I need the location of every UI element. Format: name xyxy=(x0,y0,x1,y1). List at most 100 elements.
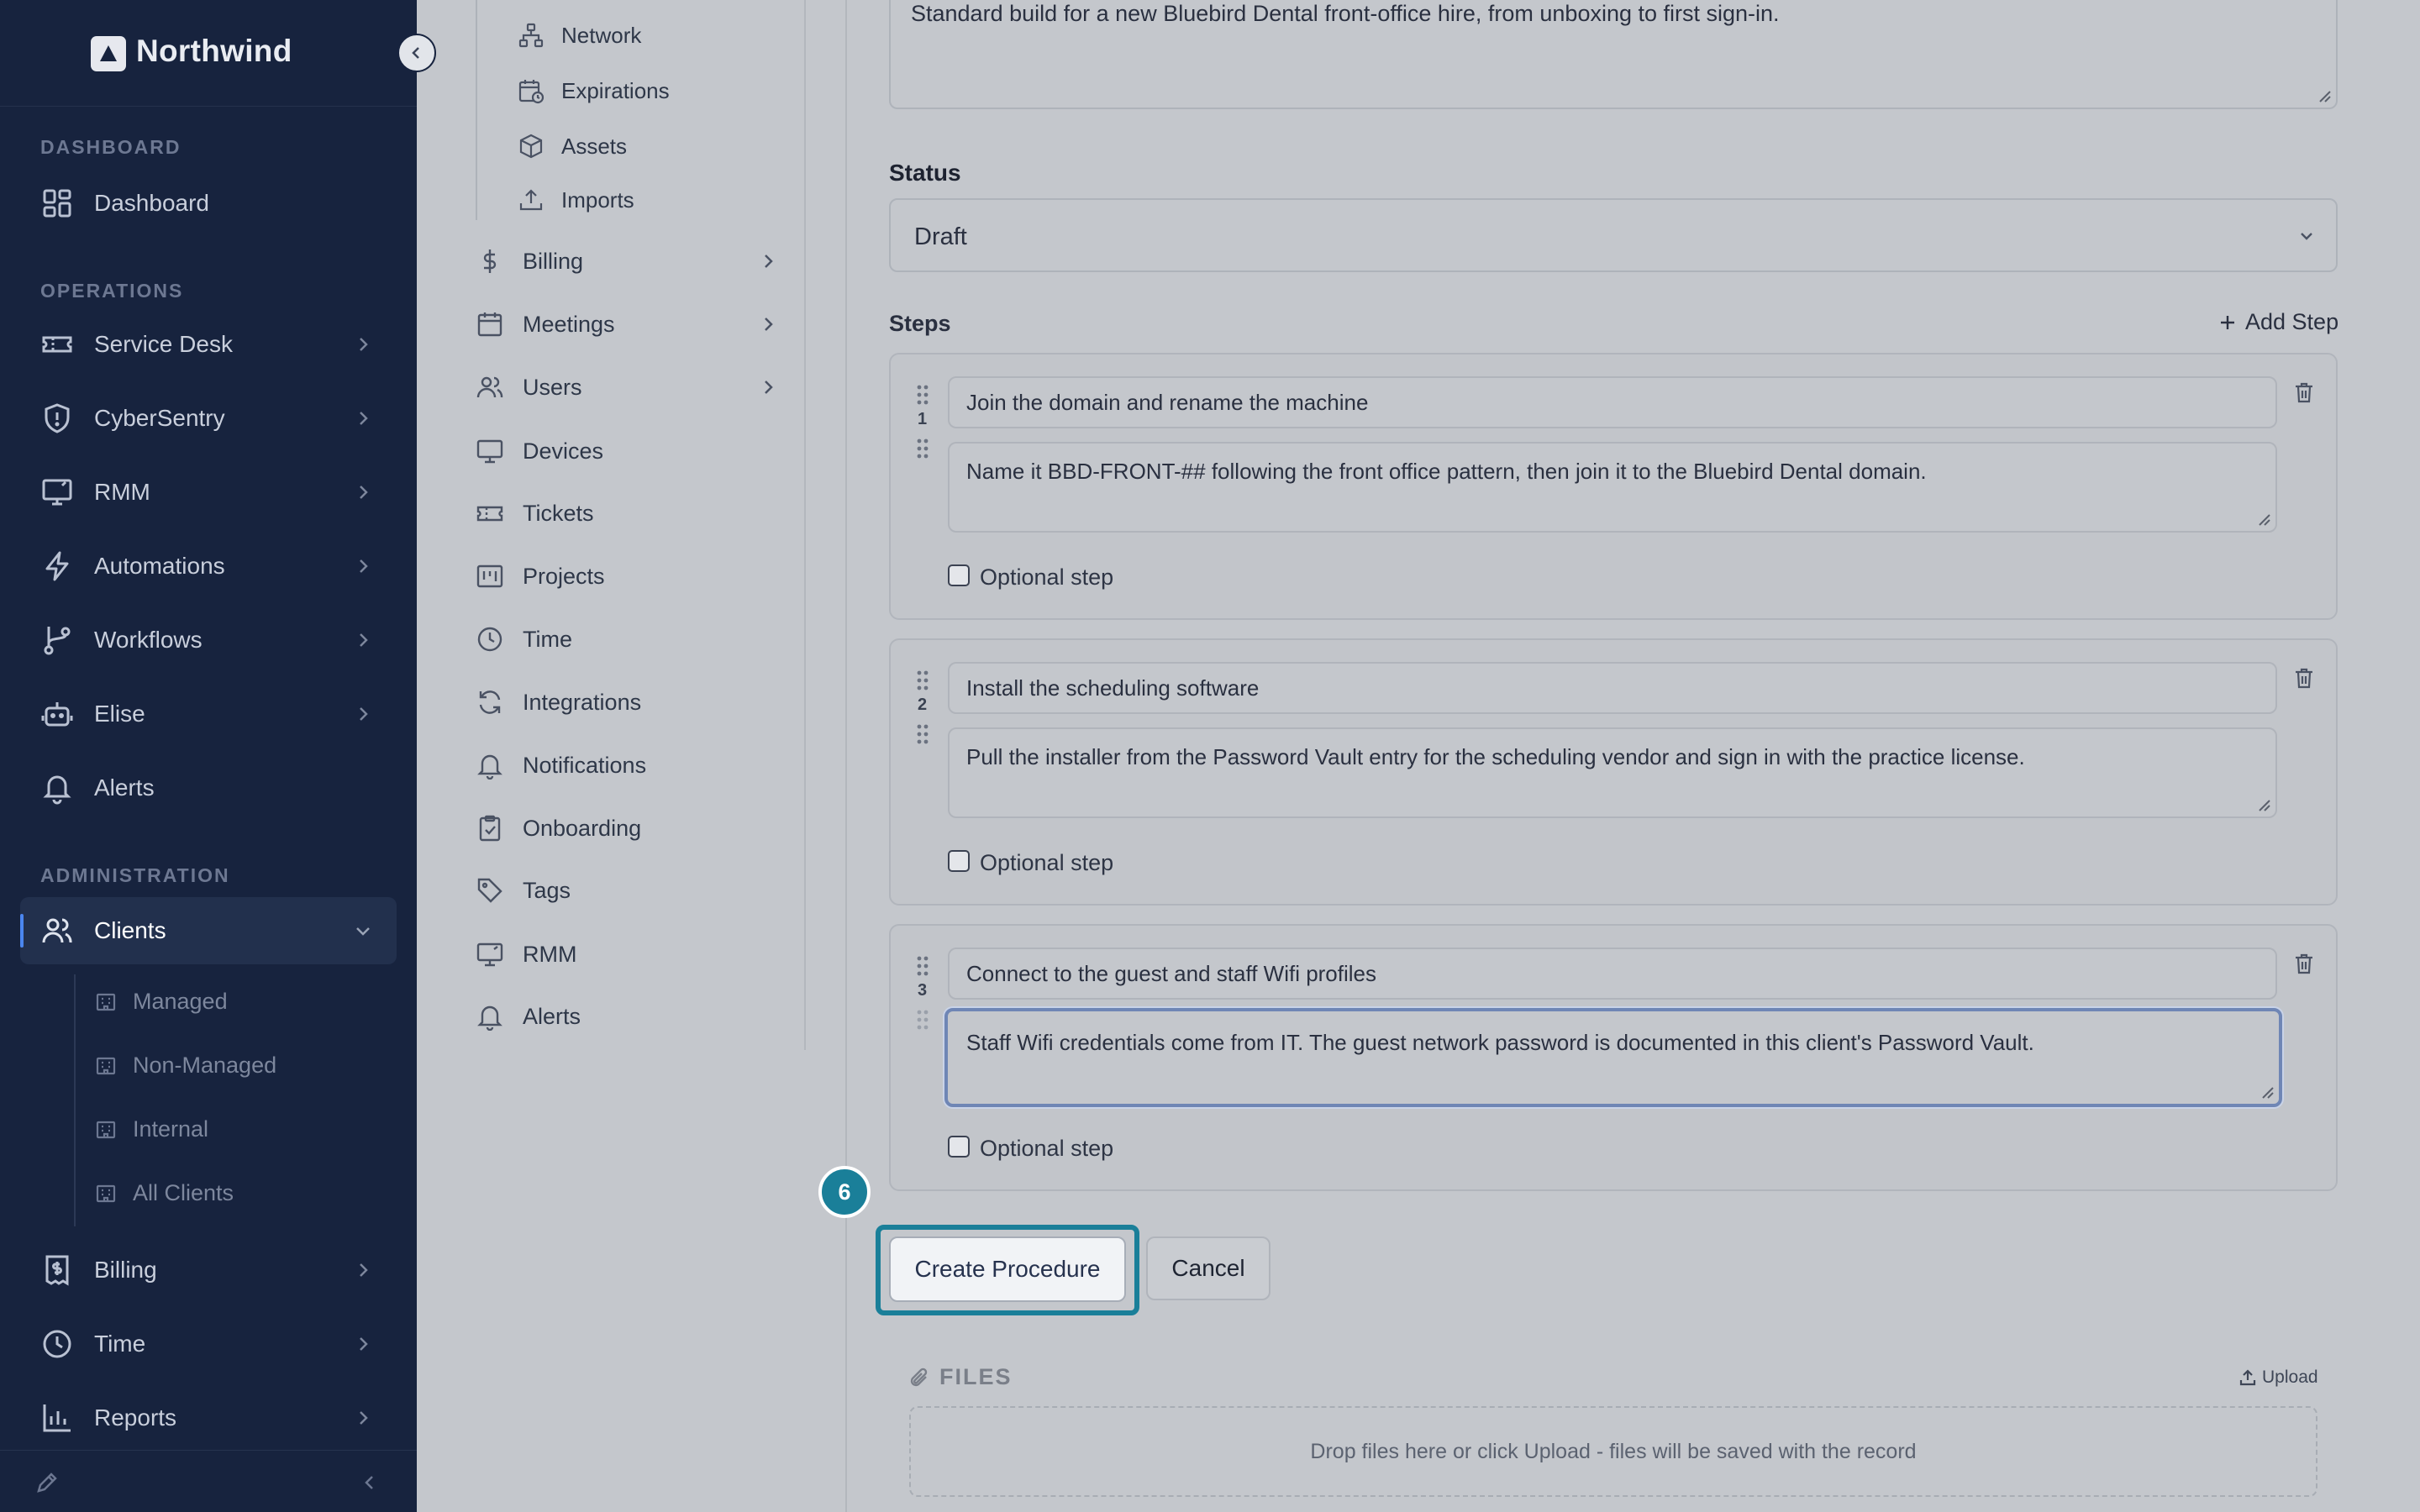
pencil-icon[interactable] xyxy=(34,1469,60,1496)
submenu-item-label: Tags xyxy=(523,877,571,903)
submenu-item-label: Devices xyxy=(523,438,604,464)
drag-handle-icon[interactable] xyxy=(914,669,931,692)
submenu-item-projects[interactable]: Projects xyxy=(476,551,778,601)
submenu-item-devices[interactable]: Devices xyxy=(476,426,778,476)
optional-step-checkbox[interactable] xyxy=(948,564,970,586)
sidebar-subitem-internal[interactable]: Internal xyxy=(94,1105,208,1152)
submenu-item-label: Meetings xyxy=(523,311,615,337)
create-procedure-button[interactable]: Create Procedure xyxy=(889,1236,1126,1302)
sidebar-subitem-non-managed[interactable]: Non-Managed xyxy=(94,1042,276,1089)
step-description-textarea[interactable] xyxy=(948,442,2277,533)
optional-step-checkbox[interactable] xyxy=(948,850,970,872)
submenu-item-tickets[interactable]: Tickets xyxy=(476,488,778,538)
files-title: FILES xyxy=(939,1364,1013,1389)
drag-handle-icon[interactable] xyxy=(914,954,931,978)
brand[interactable]: Northwind xyxy=(0,0,417,107)
submenu-item-onboarding[interactable]: Onboarding xyxy=(476,803,778,853)
sidebar-item-service-desk[interactable]: Service Desk xyxy=(20,311,397,378)
submenu-item-billing[interactable]: Billing xyxy=(476,236,778,286)
sidebar-item-elise[interactable]: Elise xyxy=(20,680,397,748)
sidebar-subitem-all-clients[interactable]: All Clients xyxy=(94,1169,234,1216)
drag-handle-icon[interactable] xyxy=(914,437,931,460)
submenu-item-rmm[interactable]: RMM xyxy=(476,929,778,979)
trash-icon[interactable] xyxy=(2291,380,2317,405)
bar-chart-icon xyxy=(40,1401,74,1435)
collapse-sidebar-button[interactable] xyxy=(397,34,436,72)
resize-handle-icon[interactable] xyxy=(2259,1084,2274,1099)
drag-handle-icon[interactable] xyxy=(914,383,931,407)
drag-handle-icon[interactable] xyxy=(914,722,931,746)
sidebar-subitem-managed[interactable]: Managed xyxy=(94,978,228,1025)
description-value: Standard build for a new Bluebird Dental… xyxy=(911,1,1780,26)
upload-button[interactable]: Upload xyxy=(2238,1368,2318,1388)
upload-icon xyxy=(2238,1368,2257,1387)
sidebar-item-label: Reports xyxy=(94,1404,177,1431)
sidebar-item-rmm[interactable]: RMM xyxy=(20,459,397,526)
submenu-item-label: Onboarding xyxy=(523,815,642,841)
chevron-left-icon[interactable] xyxy=(360,1473,380,1493)
submenu-item-alerts[interactable]: Alerts xyxy=(476,991,778,1042)
step-description-textarea[interactable] xyxy=(948,727,2277,818)
sidebar-item-alerts[interactable]: Alerts xyxy=(20,754,397,822)
plus-icon xyxy=(2218,313,2237,332)
submenu-item-label: Tickets xyxy=(523,500,594,526)
sidebar-item-time[interactable]: Time xyxy=(20,1310,397,1378)
step-title-value: Join the domain and rename the machine xyxy=(966,390,1369,415)
trash-icon[interactable] xyxy=(2291,665,2317,690)
logo-icon xyxy=(91,36,126,71)
submenu-item-assets[interactable]: Assets xyxy=(518,123,627,170)
step-description-textarea[interactable] xyxy=(944,1008,2282,1107)
drag-handle-icon[interactable] xyxy=(914,1008,931,1032)
submenu-item-notifications[interactable]: Notifications xyxy=(476,740,778,790)
step-number: 1 xyxy=(918,410,928,428)
add-step-button[interactable]: Add Step xyxy=(2218,309,2338,335)
sidebar-item-label: Clients xyxy=(94,917,166,943)
chevron-right-icon xyxy=(758,251,778,271)
submenu-item-label: Network xyxy=(561,22,642,48)
resize-handle-icon[interactable] xyxy=(2255,796,2270,811)
dashboard-icon xyxy=(40,186,74,220)
calendar-clock-icon xyxy=(518,77,544,104)
chevron-right-icon xyxy=(353,1408,373,1428)
building-icon xyxy=(94,1053,118,1077)
sidebar-item-reports[interactable]: Reports xyxy=(20,1384,397,1452)
step-number: 2 xyxy=(918,696,928,714)
submenu-item-integrations[interactable]: Integrations xyxy=(476,677,778,727)
section-dashboard: DASHBOARD xyxy=(40,136,182,158)
submenu-item-time[interactable]: Time xyxy=(476,614,778,664)
submenu-item-label: RMM xyxy=(523,941,577,967)
dollar-icon xyxy=(476,247,504,276)
resize-handle-icon[interactable] xyxy=(2316,87,2331,102)
sidebar-item-automations[interactable]: Automations xyxy=(20,533,397,600)
submenu-item-tags[interactable]: Tags xyxy=(476,865,778,916)
chevron-right-icon xyxy=(353,408,373,428)
sidebar-item-workflows[interactable]: Workflows xyxy=(20,606,397,674)
status-value: Draft xyxy=(914,223,967,250)
sidebar-item-cybersentry[interactable]: CyberSentry xyxy=(20,385,397,452)
status-select[interactable]: Draft xyxy=(889,198,2338,272)
submenu-divider xyxy=(804,0,806,1050)
sidebar-item-label: RMM xyxy=(94,479,150,505)
bell-icon xyxy=(476,751,504,780)
chevron-right-icon xyxy=(353,1260,373,1280)
sidebar-item-billing[interactable]: Billing xyxy=(20,1236,397,1304)
resize-handle-icon[interactable] xyxy=(2255,511,2270,526)
optional-step-checkbox[interactable] xyxy=(948,1136,970,1158)
submenu-item-users[interactable]: Users xyxy=(476,362,778,412)
submenu-item-meetings[interactable]: Meetings xyxy=(476,299,778,349)
monitor-icon xyxy=(476,437,504,465)
paperclip-icon xyxy=(909,1366,931,1391)
cancel-button[interactable]: Cancel xyxy=(1146,1236,1270,1300)
submenu-item-expirations[interactable]: Expirations xyxy=(518,67,670,114)
building-icon xyxy=(94,1117,118,1141)
submenu-item-network[interactable]: Network xyxy=(518,12,641,59)
sidebar: Northwind DASHBOARD Dashboard OPERATIONS… xyxy=(0,0,417,1512)
sidebar-item-dashboard[interactable]: Dashboard xyxy=(20,170,397,237)
file-drop-zone[interactable]: Drop files here or click Upload - files … xyxy=(909,1406,2317,1497)
sidebar-item-label: Service Desk xyxy=(94,331,233,357)
submenu-item-imports[interactable]: Imports xyxy=(518,176,634,223)
refresh-icon xyxy=(476,688,504,717)
trash-icon[interactable] xyxy=(2291,951,2317,976)
sidebar-subitem-label: All Clients xyxy=(133,1179,234,1205)
sidebar-item-clients[interactable]: Clients xyxy=(20,897,397,964)
